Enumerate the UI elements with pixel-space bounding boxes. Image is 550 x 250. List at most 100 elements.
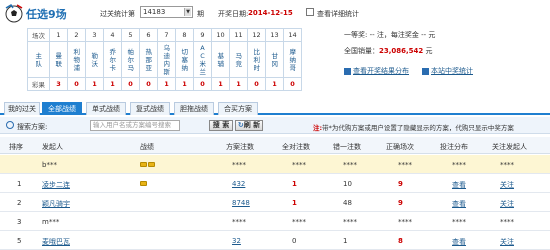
match-team: AC米兰 bbox=[193, 41, 212, 78]
row-follow: **** bbox=[500, 218, 514, 226]
match-result: 1 bbox=[175, 77, 194, 91]
row-follow[interactable]: 关注 bbox=[500, 180, 514, 190]
th-correct: 正确场次 bbox=[386, 143, 414, 151]
match-result: 0 bbox=[67, 77, 86, 91]
row-one-wrong: **** bbox=[343, 218, 357, 226]
row-rank: 2 bbox=[17, 199, 22, 207]
sales-text: 全国销量：23,086,542 元 bbox=[344, 47, 433, 55]
match-result: 3 bbox=[49, 77, 68, 91]
detail-checkbox-label[interactable]: 查看详细统计 bbox=[317, 9, 359, 19]
match-result: 1 bbox=[103, 77, 122, 91]
row-correct: 9 bbox=[398, 180, 403, 188]
row-bets[interactable]: 8748 bbox=[232, 199, 250, 207]
match-team: 勒沃 bbox=[85, 41, 104, 78]
row-distribution[interactable]: 查看 bbox=[452, 180, 466, 190]
match-team: 马竞 bbox=[229, 41, 248, 78]
match-number: 9 bbox=[193, 28, 212, 42]
table-row: 2 颖凡骑宇 8748 1 48 9 查看 关注 bbox=[0, 193, 550, 212]
tab-banker[interactable]: 胆拖战绩 bbox=[174, 102, 214, 115]
match-team: 乔尔卡 bbox=[103, 41, 122, 78]
th-user: 发起人 bbox=[42, 143, 63, 151]
row-all-correct: 0 bbox=[292, 237, 297, 245]
tab-multiple[interactable]: 复式战绩 bbox=[130, 102, 170, 115]
detail-checkbox[interactable] bbox=[306, 8, 314, 16]
th-record: 战绩 bbox=[140, 143, 154, 151]
crown-icon bbox=[148, 162, 155, 167]
row-distribution: **** bbox=[452, 161, 466, 169]
th-follow: 关注发起人 bbox=[492, 143, 527, 151]
row-follow[interactable]: 关注 bbox=[500, 199, 514, 209]
search-label: 搜索方案: bbox=[17, 123, 48, 131]
result-distribution-link[interactable]: 查看开奖结果分布 bbox=[344, 66, 409, 76]
row-distribution: **** bbox=[452, 218, 466, 226]
match-number: 3 bbox=[85, 28, 104, 42]
match-result: 0 bbox=[139, 77, 158, 91]
th-one-wrong: 错一注数 bbox=[333, 143, 361, 151]
match-team: 切塞纳 bbox=[175, 41, 194, 78]
match-number: 7 bbox=[157, 28, 176, 42]
search-input[interactable]: 输入用户名或方案编号搜索 bbox=[90, 120, 180, 131]
row-bets: **** bbox=[232, 218, 246, 226]
th-rank: 排序 bbox=[9, 143, 23, 151]
match-result: 1 bbox=[229, 77, 248, 91]
refresh-button[interactable]: ↻刷 新 bbox=[235, 120, 263, 131]
match-number: 12 bbox=[247, 28, 266, 42]
table-row: b*** **** **** **** **** **** **** bbox=[0, 155, 550, 174]
period-select[interactable]: 14183 ▼ bbox=[140, 6, 193, 18]
row-bets[interactable]: 32 bbox=[232, 237, 241, 245]
row-user: b*** bbox=[42, 161, 57, 169]
row-user[interactable]: 颖凡骑宇 bbox=[42, 199, 70, 209]
search-bar: 搜索方案: 输入用户名或方案编号搜索 搜 索 ↻刷 新 注:带*为代购方案或用户… bbox=[0, 117, 550, 134]
row-bets: **** bbox=[232, 161, 246, 169]
match-team: 利物浦 bbox=[67, 41, 86, 78]
match-result: 1 bbox=[157, 77, 176, 91]
search-icon bbox=[6, 121, 14, 129]
row-correct: **** bbox=[398, 161, 412, 169]
row-record bbox=[140, 180, 148, 188]
row-distribution[interactable]: 查看 bbox=[452, 199, 466, 209]
table-header: 排序 发起人 战绩 方案注数 全对注数 错一注数 正确场次 投注分布 关注发起人 bbox=[0, 137, 550, 154]
match-number: 10 bbox=[211, 28, 230, 42]
site-stats-link[interactable]: 本站中奖统计 bbox=[422, 66, 473, 76]
match-number: 4 bbox=[103, 28, 122, 42]
row-one-wrong: 10 bbox=[343, 180, 352, 188]
tab-group-buy[interactable]: 合买方案 bbox=[218, 102, 258, 115]
row-record bbox=[140, 161, 156, 169]
match-number: 1 bbox=[49, 28, 68, 42]
match-table: 场次 1 2 3 4 5 6 7 8 9 10 11 12 13 14 主队 曼联 利物浦 勒沃 乔尔卡 帕尔马 热那亚… bbox=[27, 28, 302, 91]
table-row: 3 m*** **** **** **** **** **** **** bbox=[0, 212, 550, 231]
link-bullet-icon bbox=[422, 67, 429, 75]
th-distribution: 投注分布 bbox=[440, 143, 468, 151]
match-team: 摩纳哥 bbox=[283, 41, 302, 78]
row-bets[interactable]: 432 bbox=[232, 180, 245, 188]
match-number: 5 bbox=[121, 28, 140, 42]
row-header-result: 彩果 bbox=[27, 77, 50, 91]
match-team: 比利时 bbox=[247, 41, 266, 78]
row-one-wrong: 1 bbox=[343, 237, 348, 245]
match-number: 13 bbox=[265, 28, 284, 42]
match-result: 1 bbox=[265, 77, 284, 91]
match-team: 帕尔马 bbox=[121, 41, 140, 78]
row-header-home: 主队 bbox=[27, 41, 50, 78]
search-button[interactable]: 搜 索 bbox=[209, 120, 233, 131]
row-correct: 8 bbox=[398, 237, 403, 245]
match-result: 0 bbox=[247, 77, 266, 91]
row-follow[interactable]: 关注 bbox=[500, 237, 514, 247]
table-row: 1 凌步二连 432 1 10 9 查看 关注 bbox=[0, 174, 550, 193]
row-all-correct: 1 bbox=[292, 199, 297, 207]
tab-my-pass[interactable]: 我的过关 bbox=[4, 102, 40, 115]
row-one-wrong: **** bbox=[343, 161, 357, 169]
row-distribution[interactable]: 查看 bbox=[452, 237, 466, 247]
tab-all-records[interactable]: 全部战绩 bbox=[42, 102, 82, 115]
row-user[interactable]: 凌步二连 bbox=[42, 180, 70, 190]
draw-date-label: 开奖日期: bbox=[218, 10, 249, 18]
row-rank: 5 bbox=[17, 237, 22, 245]
match-result: 1 bbox=[85, 77, 104, 91]
row-user[interactable]: 麦哦巴瓦 bbox=[42, 237, 70, 247]
header: 任选9场 过关统计第 14183 ▼ 期 开奖日期: 2014-12-15 查看详… bbox=[0, 0, 550, 26]
chevron-down-icon: ▼ bbox=[184, 8, 191, 16]
row-correct: 9 bbox=[398, 199, 403, 207]
match-team: 热那亚 bbox=[139, 41, 158, 78]
tab-single[interactable]: 单式战绩 bbox=[86, 102, 126, 115]
link-bullet-icon bbox=[344, 67, 351, 75]
